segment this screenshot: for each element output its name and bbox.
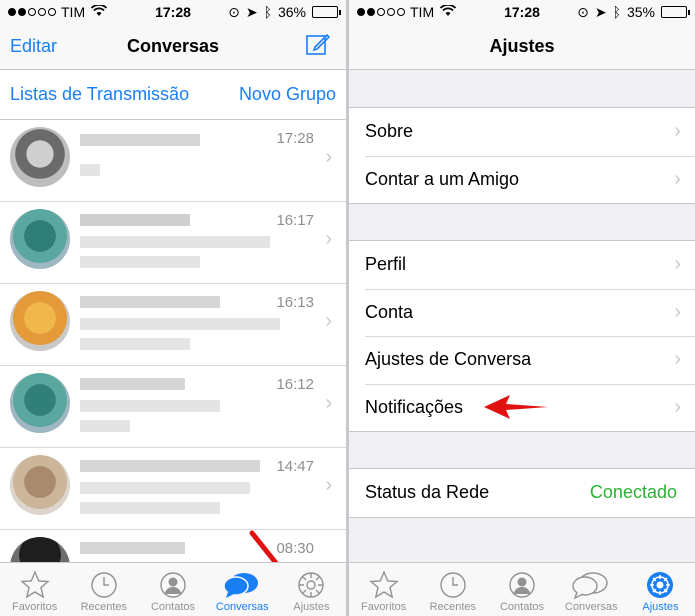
tab-settings[interactable]: Ajustes	[277, 563, 346, 616]
nav-bar: Editar Conversas	[0, 24, 346, 70]
new-group-link[interactable]: Novo Grupo	[239, 84, 336, 105]
rotation-lock-icon: ⊙	[228, 3, 240, 20]
status-bar: TIM 17:28 ⊙ ➤ ᛒ 36%	[0, 0, 346, 24]
avatar	[10, 127, 70, 187]
wifi-icon	[439, 4, 457, 20]
battery-icon	[661, 6, 690, 18]
settings-item-network-status[interactable]: Status da Rede Conectado	[349, 469, 695, 517]
tab-recents[interactable]: Recentes	[418, 563, 487, 616]
settings-item-tell-friend[interactable]: Contar a um Amigo ›	[349, 155, 695, 204]
avatar	[10, 291, 70, 351]
tab-conversations[interactable]: Conversas	[557, 563, 626, 616]
tab-favorites[interactable]: Favoritos	[349, 563, 418, 616]
chat-time: 16:13	[276, 294, 314, 311]
network-status-value: Conectado	[589, 482, 677, 503]
settings-item-chat-settings[interactable]: Ajustes de Conversa ›	[349, 336, 695, 384]
bluetooth-icon: ᛒ	[612, 4, 621, 20]
conversations-screen: TIM 17:28 ⊙ ➤ ᛒ 36% Editar Conversas Lis…	[0, 0, 346, 616]
location-icon: ➤	[594, 3, 607, 20]
tab-settings[interactable]: Ajustes	[626, 563, 695, 616]
chat-time: 17:28	[276, 130, 314, 147]
signal-icon	[8, 8, 56, 16]
chat-time: 16:12	[276, 376, 314, 393]
carrier-label: TIM	[410, 4, 435, 20]
chat-time: 14:47	[276, 458, 314, 475]
settings-group-about: Sobre › Contar a um Amigo ›	[349, 107, 695, 204]
tab-conversations[interactable]: Conversas	[208, 563, 277, 616]
wifi-icon	[90, 4, 108, 20]
chevron-right-icon: ›	[674, 120, 681, 142]
chevron-right-icon: ›	[325, 474, 332, 496]
chevron-right-icon: ›	[674, 300, 681, 323]
chevron-right-icon: ›	[674, 348, 681, 370]
battery-percent: 35%	[626, 4, 655, 20]
broadcast-lists-link[interactable]: Listas de Transmissão	[10, 84, 189, 105]
star-icon	[368, 569, 399, 601]
gear-icon	[645, 569, 675, 601]
settings-screen: TIM 17:28 ⊙ ➤ ᛒ 35% Ajustes Sobre › Cont…	[349, 0, 695, 616]
status-bar: TIM 17:28 ⊙ ➤ ᛒ 35%	[349, 0, 695, 24]
clock-icon	[89, 569, 119, 601]
avatar	[10, 373, 70, 433]
chevron-right-icon: ›	[674, 253, 681, 275]
clock-icon	[438, 569, 468, 601]
location-icon: ➤	[245, 3, 258, 20]
tab-bar: Favoritos Recentes Contatos Conversas Aj…	[0, 562, 346, 616]
chat-bubbles-icon	[571, 569, 611, 601]
battery-icon	[312, 6, 341, 18]
avatar	[10, 455, 70, 515]
settings-group-network: Status da Rede Conectado	[349, 468, 695, 518]
tab-recents[interactable]: Recentes	[69, 563, 138, 616]
chevron-right-icon: ›	[674, 167, 681, 190]
edit-button[interactable]: Editar	[0, 36, 67, 57]
chat-bubbles-icon	[222, 569, 262, 601]
chevron-right-icon: ›	[325, 228, 332, 250]
tab-contacts[interactable]: Contatos	[138, 563, 207, 616]
carrier-label: TIM	[61, 4, 86, 20]
compose-icon[interactable]	[306, 32, 331, 61]
annotation-arrow-icon	[484, 395, 548, 419]
tab-contacts[interactable]: Contatos	[487, 563, 556, 616]
tab-bar: Favoritos Recentes Contatos Conversas Aj…	[349, 562, 695, 616]
chat-time: 16:17	[276, 212, 314, 229]
chat-row[interactable]: 17:28 ›	[0, 120, 346, 202]
chevron-right-icon: ›	[325, 146, 332, 168]
nav-bar: Ajustes	[349, 24, 695, 70]
contact-icon	[158, 569, 188, 601]
star-icon	[19, 569, 50, 601]
settings-item-about[interactable]: Sobre ›	[349, 108, 695, 156]
rotation-lock-icon: ⊙	[577, 3, 589, 20]
chat-row[interactable]: 16:13 ›	[0, 284, 346, 366]
contact-icon	[507, 569, 537, 601]
settings-item-profile[interactable]: Perfil ›	[349, 241, 695, 289]
chat-row[interactable]: 16:12 ›	[0, 366, 346, 448]
chevron-right-icon: ›	[674, 395, 681, 418]
signal-icon	[357, 8, 405, 16]
tab-favorites[interactable]: Favoritos	[0, 563, 69, 616]
chat-row[interactable]: 14:47 ›	[0, 448, 346, 530]
bluetooth-icon: ᛒ	[263, 4, 272, 20]
gear-icon	[296, 569, 326, 601]
battery-percent: 36%	[277, 4, 306, 20]
page-title: Ajustes	[489, 36, 555, 56]
chat-row[interactable]: 16:17 ›	[0, 202, 346, 284]
avatar	[10, 209, 70, 269]
settings-item-account[interactable]: Conta ›	[349, 288, 695, 337]
chevron-right-icon: ›	[325, 392, 332, 414]
list-actions-bar: Listas de Transmissão Novo Grupo	[0, 70, 346, 120]
chevron-right-icon: ›	[325, 310, 332, 332]
